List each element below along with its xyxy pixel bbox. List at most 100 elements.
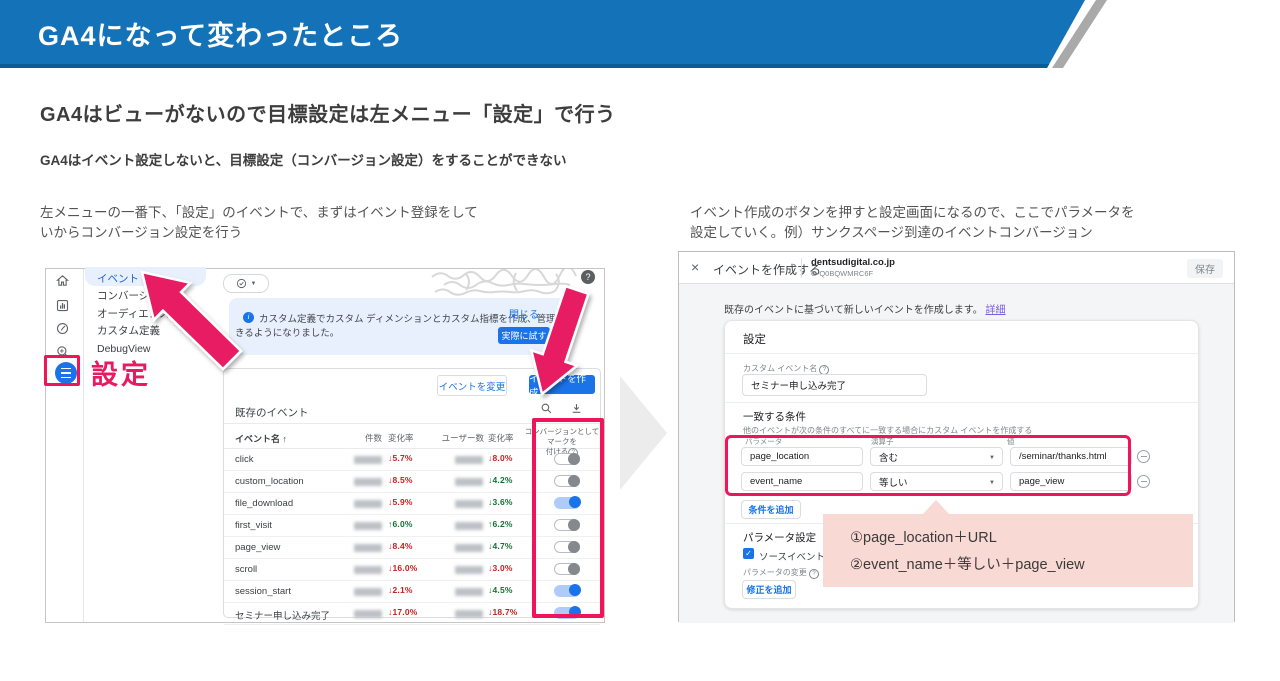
settings-annotation-label: 設定 [91, 353, 151, 392]
callout-pointer [922, 500, 950, 515]
event-name: file_download [235, 498, 293, 509]
blurred-count-value [354, 500, 382, 508]
column-change2[interactable]: 変化率 [488, 432, 514, 444]
event-name: セミナー申し込み完了 [235, 608, 330, 622]
ga4-left-rail [46, 269, 84, 622]
remove-condition-icon[interactable] [1137, 475, 1150, 488]
count-change: ↓5.7% [388, 453, 413, 463]
circle-check-icon [236, 278, 247, 289]
dialog-title: イベントを作成する [713, 261, 821, 278]
custom-event-name-input[interactable]: セミナー申し込み完了 [742, 374, 927, 396]
help-icon: ? [809, 569, 819, 579]
custom-definitions-banner: i カスタム定義でカスタム ディメンションとカスタム指標を作成、管理で きるよう… [229, 298, 571, 355]
property-id: G-Q0BQWMRC6F [811, 269, 873, 278]
event-name: session_start [235, 586, 291, 597]
ga4-events-screenshot: イベント コンバージョンオーディエンスカスタム定義DebugView 設定 ▼ … [45, 268, 605, 623]
user-change: ↓18.7% [488, 607, 518, 617]
title-bar-accent [0, 64, 1280, 68]
banner-try-button[interactable]: 実際に試す [498, 327, 550, 344]
divider [725, 353, 1198, 354]
divider [801, 258, 802, 278]
user-change: ↓3.6% [488, 497, 513, 507]
event-filter-chip[interactable]: ▼ [223, 274, 269, 293]
column-change[interactable]: 変化率 [388, 432, 414, 444]
blurred-users-value [455, 456, 483, 464]
event-name: page_view [235, 542, 280, 553]
divider [725, 402, 1198, 403]
slide: GA4になって変わったところ GA4はビューがないので目標設定は左メニュー「設定… [0, 0, 1280, 681]
next-step-arrow [620, 376, 667, 490]
download-icon[interactable] [570, 402, 583, 415]
slide-title: GA4になって変わったところ [38, 14, 403, 53]
blurred-count-value [354, 544, 382, 552]
user-change: ↓8.0% [488, 453, 513, 463]
slide-title-bar: GA4になって変わったところ [0, 0, 1280, 68]
home-icon[interactable] [55, 273, 70, 288]
banner-close-link[interactable]: 閉じる [509, 306, 539, 321]
callout-box: ①page_location＋URL ②event_name＋等しい＋page_… [823, 514, 1193, 587]
event-name: scroll [235, 564, 257, 575]
ga4-sidebar-menu: コンバージョンオーディエンスカスタム定義DebugView [85, 288, 205, 358]
blurred-users-value [455, 566, 483, 574]
card-section-title: 設定 [743, 331, 766, 347]
table-title: 既存のイベント [235, 405, 309, 420]
create-event-button[interactable]: イベントを作成 [529, 375, 595, 394]
event-name: custom_location [235, 476, 304, 487]
blurred-count-value [354, 610, 382, 618]
close-icon[interactable]: × [691, 259, 699, 275]
user-change: ↓4.5% [488, 585, 513, 595]
sidebar-item[interactable]: コンバージョン [85, 288, 205, 306]
redacted-scribble [426, 269, 598, 297]
remove-condition-icon[interactable] [1137, 450, 1150, 463]
explore-icon[interactable] [55, 321, 70, 336]
dialog-description: 既存のイベントに基づいて新しいイベントを作成します。 詳細 [724, 301, 1005, 316]
info-icon: i [243, 312, 254, 323]
user-change: ↑6.2% [488, 519, 513, 529]
blurred-users-value [455, 500, 483, 508]
count-change: ↓8.5% [388, 475, 413, 485]
count-change: ↓17.0% [388, 607, 418, 617]
add-modification-button[interactable]: 修正を追加 [742, 580, 796, 599]
details-link[interactable]: 詳細 [985, 305, 1005, 316]
blurred-count-value [354, 588, 382, 596]
dialog-top-bar: × イベントを作成する dentsudigital.co.jp G-Q0BQWM… [679, 252, 1234, 284]
count-change: ↓8.4% [388, 541, 413, 551]
copy-params-checkbox[interactable]: ✓ [743, 548, 754, 559]
parameter-config-title: パラメータ設定 [743, 530, 816, 545]
count-change: ↑6.0% [388, 519, 413, 529]
count-change: ↓2.1% [388, 585, 413, 595]
left-caption: 左メニューの一番下、「設定」のイベントで、まずはイベント登録をして いからコンバ… [40, 203, 478, 242]
settings-icon-highlight-box [44, 355, 80, 386]
search-icon[interactable] [540, 402, 553, 415]
add-condition-button[interactable]: 条件を追加 [741, 500, 801, 519]
callout-line-1: ①page_location＋URL [850, 526, 997, 547]
blurred-users-value [455, 522, 483, 530]
sidebar-item[interactable]: カスタム定義 [85, 323, 205, 341]
column-users[interactable]: ユーザー数 [438, 432, 484, 444]
reports-icon[interactable] [55, 298, 70, 313]
modify-event-button[interactable]: イベントを変更 [437, 375, 507, 396]
blurred-users-value [455, 544, 483, 552]
section-subheading: GA4はイベント設定しないと、目標設定（コンバージョン設定）をすることができない [40, 149, 566, 169]
column-event-name[interactable]: イベント名 ↑ [235, 432, 287, 445]
right-caption: イベント作成のボタンを押すと設定画面になるので、ここでパラメータを 設定していく… [690, 203, 1135, 242]
callout-line-2: ②event_name＋等しい＋page_view [850, 553, 1085, 574]
count-change: ↓5.9% [388, 497, 413, 507]
column-count[interactable]: 件数 [352, 432, 382, 444]
user-change: ↓4.2% [488, 475, 513, 485]
chevron-down-icon: ▼ [251, 281, 257, 287]
user-change: ↓4.7% [488, 541, 513, 551]
blurred-count-value [354, 566, 382, 574]
sidebar-item[interactable]: オーディエンス [85, 306, 205, 324]
property-name: dentsudigital.co.jp [811, 257, 895, 268]
save-button[interactable]: 保存 [1187, 259, 1223, 278]
blurred-count-value [354, 522, 382, 530]
blurred-users-value [455, 588, 483, 596]
blurred-users-value [455, 610, 483, 618]
matching-conditions-title: 一致する条件 [743, 409, 806, 424]
event-name: click [235, 454, 253, 465]
conditions-highlight-box [725, 435, 1131, 496]
sidebar-item-events-selected[interactable]: イベント [85, 267, 206, 286]
blurred-count-value [354, 478, 382, 486]
event-name: first_visit [235, 520, 272, 531]
